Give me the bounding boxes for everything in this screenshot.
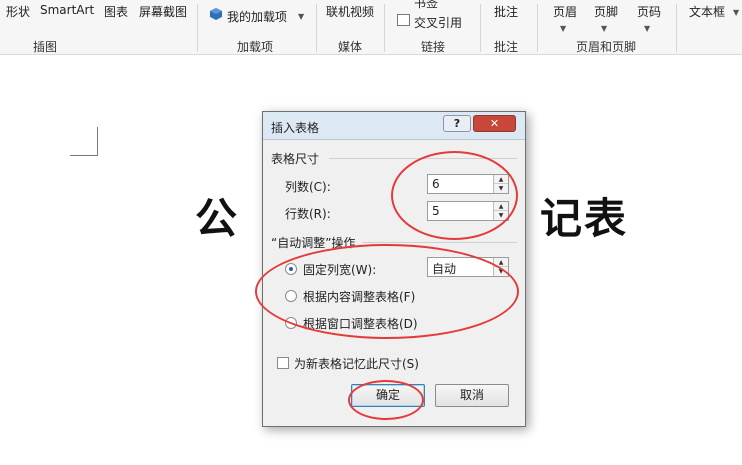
autofit-window-label[interactable]: 根据窗口调整表格(D) <box>303 315 418 332</box>
columns-spinner[interactable]: 6 ▲ ▼ <box>427 174 509 194</box>
help-button[interactable]: ? <box>443 115 471 132</box>
autofit-section-label: “自动调整”操作 <box>271 236 356 250</box>
chart-button[interactable]: 图表 <box>104 3 128 20</box>
addin-store-icon <box>210 8 222 20</box>
group-links: 链接 <box>421 40 446 54</box>
online-video-button[interactable]: 联机视频 <box>326 3 374 20</box>
margin-corner-mark <box>70 155 97 156</box>
header-button[interactable]: 页眉 <box>553 3 577 20</box>
document-title-fragment[interactable]: 记表 <box>540 185 628 246</box>
ribbon-separator <box>480 4 481 52</box>
group-illustrations: 插图 <box>33 40 58 54</box>
remember-size-checkbox[interactable] <box>277 357 289 369</box>
ribbon-separator <box>537 4 538 52</box>
chevron-down-icon[interactable]: ▼ <box>644 24 650 33</box>
autofit-window-radio[interactable] <box>285 317 297 329</box>
chevron-down-icon[interactable]: ▼ <box>298 12 304 21</box>
dialog-title: 插入表格 <box>271 121 320 135</box>
dialog-titlebar[interactable]: 插入表格 ? ✕ <box>263 112 525 140</box>
shapes-button[interactable]: 形状 <box>6 3 30 20</box>
smartart-button[interactable]: SmartArt <box>40 3 94 17</box>
fixed-width-radio[interactable] <box>285 263 297 275</box>
ok-button[interactable]: 确定 <box>351 384 425 407</box>
bookmark-button[interactable]: 书签 <box>414 0 438 11</box>
rows-label: 行数(R): <box>285 207 331 221</box>
table-size-section-label: 表格尺寸 <box>271 152 320 166</box>
document-title-fragment[interactable]: 公 <box>195 185 237 246</box>
spin-up-icon[interactable]: ▲ <box>494 258 508 267</box>
screenshot-button[interactable]: 屏幕截图 <box>139 3 187 20</box>
spin-down-icon[interactable]: ▼ <box>494 211 508 220</box>
ribbon-separator <box>316 4 317 52</box>
close-button[interactable]: ✕ <box>473 115 516 132</box>
group-comments: 批注 <box>494 40 519 54</box>
ribbon-separator <box>384 4 385 52</box>
rows-value[interactable]: 5 <box>432 204 440 218</box>
chevron-down-icon[interactable]: ▼ <box>560 24 566 33</box>
remember-size-label[interactable]: 为新表格记忆此尺寸(S) <box>294 355 419 372</box>
columns-label: 列数(C): <box>285 180 331 194</box>
ribbon-separator <box>197 4 198 52</box>
spin-up-icon[interactable]: ▲ <box>494 175 508 184</box>
fixed-width-value[interactable]: 自动 <box>432 260 456 277</box>
fixed-width-label[interactable]: 固定列宽(W): <box>303 261 376 278</box>
rows-spinner[interactable]: 5 ▲ ▼ <box>427 201 509 221</box>
comment-button[interactable]: 批注 <box>494 3 518 20</box>
spin-down-icon[interactable]: ▼ <box>494 267 508 276</box>
group-addins: 加载项 <box>237 40 274 54</box>
cross-reference-button[interactable]: 交叉引用 <box>414 14 462 31</box>
cross-reference-icon <box>397 14 410 26</box>
chevron-down-icon[interactable]: ▼ <box>733 8 739 17</box>
margin-corner-mark <box>97 127 98 156</box>
fixed-width-spinner[interactable]: 自动 ▲ ▼ <box>427 257 509 277</box>
spinner-buttons: ▲ ▼ <box>493 202 508 220</box>
my-addins-button[interactable]: 我的加载项 <box>227 8 287 25</box>
ribbon-separator <box>676 4 677 52</box>
group-header-footer: 页眉和页脚 <box>576 40 637 54</box>
autofit-contents-label[interactable]: 根据内容调整表格(F) <box>303 288 415 305</box>
cancel-button[interactable]: 取消 <box>435 384 509 407</box>
columns-value[interactable]: 6 <box>432 177 440 191</box>
spinner-buttons: ▲ ▼ <box>493 258 508 276</box>
page-number-button[interactable]: 页码 <box>637 3 661 20</box>
autofit-contents-radio[interactable] <box>285 290 297 302</box>
group-media: 媒体 <box>338 40 363 54</box>
spinner-buttons: ▲ ▼ <box>493 175 508 193</box>
ribbon: 形状 SmartArt 图表 屏幕截图 插图 我的加载项 ▼ 加载项 联机视频 … <box>0 0 742 55</box>
section-divider <box>363 242 517 243</box>
spin-up-icon[interactable]: ▲ <box>494 202 508 211</box>
textbox-button[interactable]: 文本框 <box>689 3 725 20</box>
footer-button[interactable]: 页脚 <box>594 3 618 20</box>
spin-down-icon[interactable]: ▼ <box>494 184 508 193</box>
section-divider <box>329 158 517 159</box>
insert-table-dialog: 插入表格 ? ✕ 表格尺寸 列数(C): 6 ▲ ▼ 行数(R): 5 ▲ ▼ … <box>262 111 526 427</box>
chevron-down-icon[interactable]: ▼ <box>601 24 607 33</box>
